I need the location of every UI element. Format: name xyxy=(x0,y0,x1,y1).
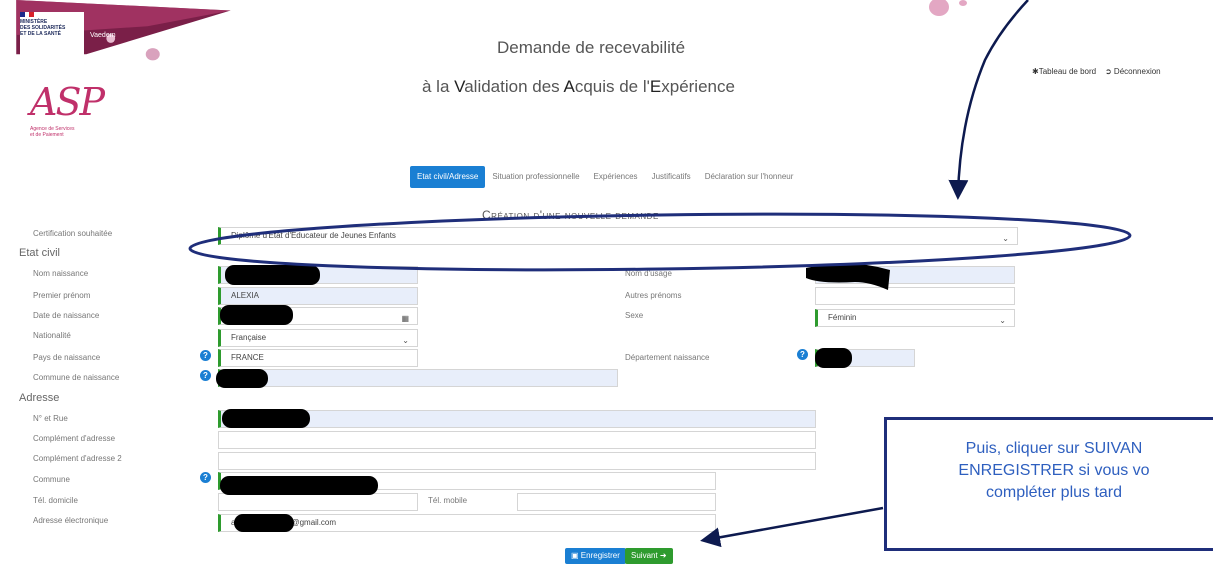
annotation-overlay xyxy=(188,0,1132,548)
annotation-arrow xyxy=(948,0,1029,200)
annotation-arrow xyxy=(700,506,884,548)
highlight-ellipse xyxy=(188,212,1132,272)
